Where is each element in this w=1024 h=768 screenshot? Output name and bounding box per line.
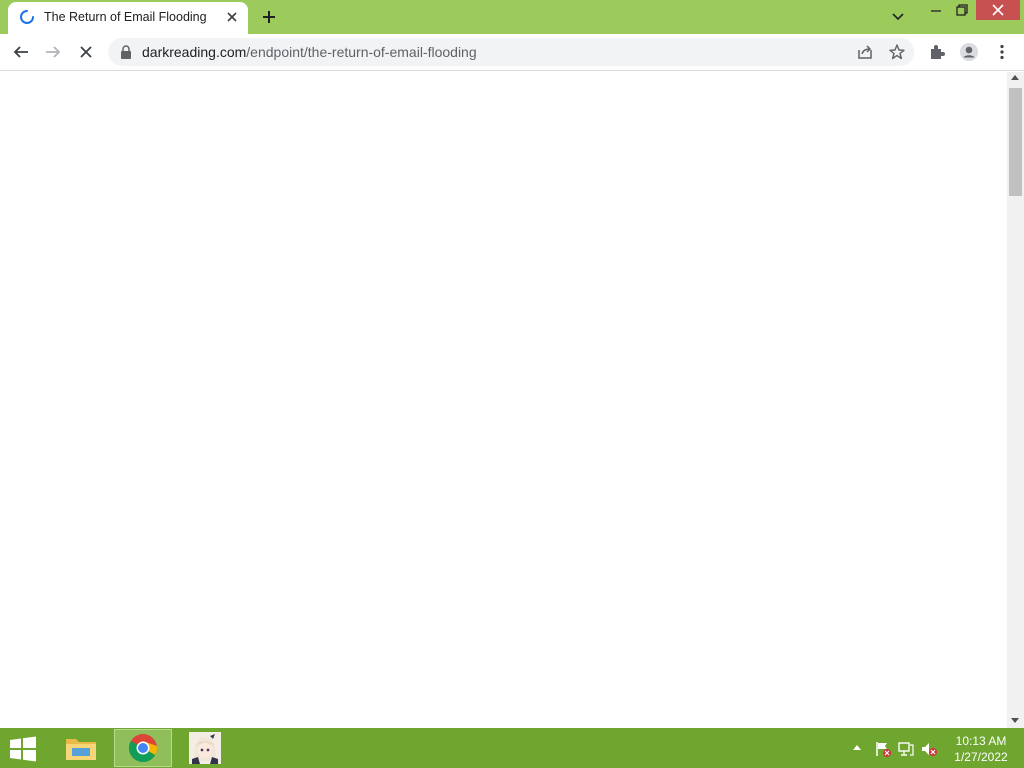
browser-toolbar: darkreading.com/endpoint/the-return-of-e…: [0, 34, 1024, 71]
system-clock[interactable]: 10:13 AM 1/27/2022: [946, 733, 1016, 765]
extensions-button[interactable]: [926, 41, 948, 63]
arrow-right-icon: [46, 46, 61, 58]
stop-loading-button[interactable]: [75, 41, 97, 63]
taskbar-chrome[interactable]: [114, 729, 172, 767]
new-tab-button[interactable]: [258, 6, 280, 28]
tab-search-chevron-icon[interactable]: [889, 8, 907, 26]
stop-x-icon: [80, 46, 92, 58]
url-text: darkreading.com/endpoint/the-return-of-e…: [142, 44, 477, 60]
tab-title: The Return of Email Flooding: [44, 10, 207, 24]
taskbar: 10:13 AM 1/27/2022: [0, 728, 1024, 768]
vertical-scrollbar[interactable]: [1007, 72, 1024, 728]
url-domain: darkreading.com: [142, 44, 247, 60]
kebab-menu-icon: [1000, 44, 1004, 60]
menu-button[interactable]: [991, 41, 1013, 63]
avatar-icon: [960, 43, 978, 61]
scroll-up-arrow-icon[interactable]: [1011, 75, 1019, 80]
minimize-icon[interactable]: [924, 0, 948, 22]
browser-tab[interactable]: The Return of Email Flooding: [8, 2, 248, 34]
clock-date: 1/27/2022: [954, 750, 1008, 764]
restore-icon[interactable]: [950, 0, 974, 22]
back-button[interactable]: [10, 41, 32, 63]
tab-close-icon[interactable]: [224, 9, 240, 25]
puzzle-icon: [931, 45, 945, 59]
forward-button[interactable]: [42, 41, 64, 63]
scroll-thumb[interactable]: [1009, 88, 1022, 196]
show-hidden-icons-arrow-icon[interactable]: [853, 745, 861, 750]
bookmark-star-icon[interactable]: [888, 43, 906, 61]
close-icon: [992, 4, 1004, 16]
arrow-left-icon: [13, 46, 28, 58]
chrome-icon: [128, 734, 158, 763]
tab-strip: The Return of Email Flooding: [0, 0, 1024, 34]
lock-icon[interactable]: [120, 45, 132, 59]
scroll-down-arrow-icon[interactable]: [1011, 718, 1019, 723]
volume-muted-icon[interactable]: [920, 740, 938, 758]
network-icon[interactable]: [897, 740, 915, 758]
share-icon[interactable]: [856, 43, 874, 61]
taskbar-anime-app[interactable]: [176, 729, 234, 767]
plus-icon: [263, 11, 275, 23]
windows-start-icon[interactable]: [8, 736, 38, 762]
folder-icon: [66, 739, 96, 760]
clock-time: 10:13 AM: [955, 734, 1007, 748]
window-close-button[interactable]: [976, 0, 1020, 20]
profile-button[interactable]: [958, 41, 980, 63]
taskbar-file-explorer[interactable]: [52, 729, 110, 767]
address-bar[interactable]: darkreading.com/endpoint/the-return-of-e…: [108, 38, 914, 66]
loading-spinner-icon: [20, 10, 34, 24]
action-center-flag-icon[interactable]: [874, 740, 892, 758]
anime-character-icon: [189, 732, 221, 764]
url-path: /endpoint/the-return-of-email-flooding: [246, 44, 477, 60]
page-content: [0, 72, 1007, 728]
